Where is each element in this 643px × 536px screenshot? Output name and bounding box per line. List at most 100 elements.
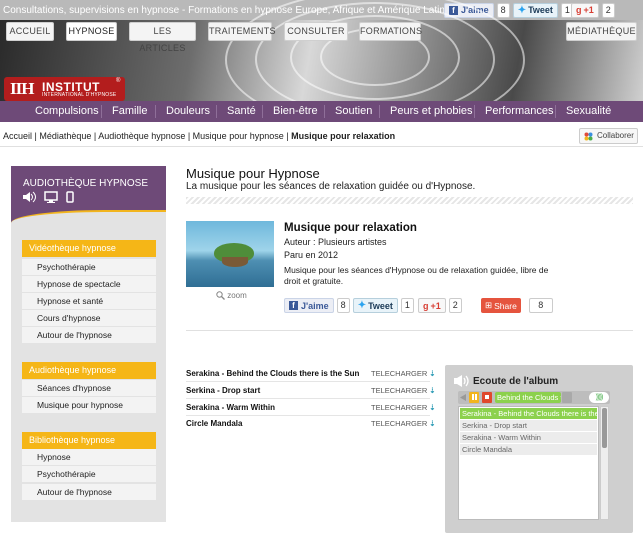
page-title: Musique pour Hypnose (186, 166, 320, 181)
category-divider (155, 105, 156, 118)
page-subtitle: La musique pour les séances de relaxatio… (186, 181, 476, 192)
sidebar-item-psychotherapie[interactable]: Psychothérapie (22, 259, 156, 275)
category-peurs-et-phobies[interactable]: Peurs et phobies (390, 101, 473, 122)
google-plus-icon: g (423, 300, 429, 311)
track-row: Serakina - Warm Within TELECHARGER ⇣ (186, 400, 436, 416)
breadcrumb-mediatheque[interactable]: Médiathèque (39, 131, 91, 141)
album-facebook-like-count: 8 (336, 298, 350, 313)
category-douleurs[interactable]: Douleurs (166, 101, 210, 122)
magnifier-icon (216, 291, 225, 301)
track-name: Serkina - Drop start (186, 386, 261, 395)
logo-registered: ® (116, 78, 121, 84)
zoom-link[interactable]: zoom (216, 291, 247, 301)
google-plus-count: 2 (601, 2, 615, 18)
album-description: Musique pour les séances d'Hypnose ou de… (284, 265, 549, 286)
album-share-bar: f J'aime 8 ✦ Tweet 1 (284, 298, 414, 313)
google-plus-icon: g (576, 5, 582, 15)
previous-icon[interactable] (460, 394, 466, 401)
album-facebook-like-button[interactable]: f J'aime (284, 298, 334, 313)
album-author: Auteur : Plusieurs artistes (284, 237, 387, 247)
playlist-item[interactable]: Serakina - Behind the Clouds there is th… (460, 408, 597, 419)
nav-tab-formations[interactable]: FORMATIONS (359, 22, 422, 41)
logo-mark: IIH (10, 79, 34, 98)
category-soutien[interactable]: Soutien (335, 101, 372, 122)
download-link[interactable]: TELECHARGER ⇣ (371, 386, 436, 395)
download-link[interactable]: TELECHARGER ⇣ (371, 403, 436, 412)
download-arrow-icon: ⇣ (429, 386, 436, 395)
breadcrumb-accueil[interactable]: Accueil (3, 131, 32, 141)
sidebar-item-hypnose-de-spectacle[interactable]: Hypnose de spectacle (22, 276, 156, 292)
share-button[interactable]: ⊞ Share (481, 298, 521, 313)
sidebar-item-musique-pour-hypnose[interactable]: Musique pour hypnose (22, 397, 156, 413)
sidebar-item-seances-d-hypnose[interactable]: Séances d'hypnose (22, 380, 156, 396)
institute-logo[interactable]: IIH INSTITUT ® INTERNATIONAL D'HYPNOSE (4, 77, 125, 101)
album-year: Paru en 2012 (284, 250, 339, 260)
category-divider (101, 105, 102, 118)
category-divider (555, 105, 556, 118)
media-icons (23, 191, 74, 203)
album-cover-image[interactable] (186, 221, 274, 287)
sidebar-item-psychotherapie-bib[interactable]: Psychothérapie (22, 466, 156, 482)
pause-button[interactable] (469, 392, 479, 403)
sidebar-item-autour-de-l-hypnose[interactable]: Autour de l'hypnose (22, 327, 156, 343)
category-bien-etre[interactable]: Bien-être (273, 101, 318, 122)
sidebar-section-bibliotheque[interactable]: Bibliothèque hypnose (22, 432, 156, 449)
category-compulsions[interactable]: Compulsions (35, 101, 99, 122)
nav-tab-les-articles[interactable]: LES ARTICLES (129, 22, 196, 53)
sidebar-item-cours-d-hypnose[interactable]: Cours d'hypnose (22, 310, 156, 326)
track-row: Serkina - Drop start TELECHARGER ⇣ (186, 383, 436, 399)
top-gplus-bar: g +1 2 (571, 2, 615, 18)
track-name: Serakina - Warm Within (186, 403, 275, 412)
breadcrumb-audiotheque[interactable]: Audiothèque hypnose (98, 131, 185, 141)
scrollbar-thumb[interactable] (602, 408, 607, 448)
nav-tab-traitements[interactable]: TRAITEMENTS (208, 22, 276, 41)
category-bar: Compulsions Famille Douleurs Santé Bien-… (0, 101, 643, 122)
share-icon: ⊞ (485, 300, 493, 310)
island-rock-illustration (222, 257, 248, 267)
sidebar-item-autour-de-l-hypnose-bib[interactable]: Autour de l'hypnose (22, 484, 156, 500)
playlist-scrollbar[interactable] (600, 406, 609, 520)
category-famille[interactable]: Famille (112, 101, 147, 122)
category-divider (262, 105, 263, 118)
breadcrumb-musique[interactable]: Musique pour hypnose (193, 131, 284, 141)
tweet-button[interactable]: ✦ Tweet (512, 2, 558, 18)
pause-icon (472, 394, 474, 400)
volume-control[interactable]: ))))) (589, 392, 609, 403)
album-google-plus-button[interactable]: g +1 (418, 298, 446, 313)
playlist-item[interactable]: Circle Mandala (460, 444, 597, 455)
hatched-divider (186, 197, 633, 204)
download-link[interactable]: TELECHARGER ⇣ (371, 369, 436, 378)
category-sexualite[interactable]: Sexualité (566, 101, 611, 122)
download-link[interactable]: TELECHARGER ⇣ (371, 419, 436, 428)
sidebar-item-hypnose[interactable]: Hypnose (22, 449, 156, 465)
collaborer-button[interactable]: Collaborer (579, 128, 638, 144)
stop-icon (485, 395, 489, 399)
download-arrow-icon: ⇣ (429, 419, 436, 428)
sidebar-section-videotheque[interactable]: Vidéothèque hypnose (22, 240, 156, 257)
pause-icon (475, 394, 477, 400)
album-share-widget: ⊞ Share 8 (481, 298, 553, 313)
album-tweet-button[interactable]: ✦ Tweet (352, 298, 398, 313)
download-arrow-icon: ⇣ (429, 369, 436, 378)
sidebar-section-audiotheque[interactable]: Audiothèque hypnose (22, 362, 156, 379)
player-title: Ecoute de l'album (473, 376, 559, 387)
google-plus-button[interactable]: g +1 (571, 2, 599, 18)
category-performances[interactable]: Performances (485, 101, 553, 122)
now-playing-display: Behind the Clouds th (495, 392, 561, 403)
playlist-item[interactable]: Serkina - Drop start (460, 420, 597, 431)
category-sante[interactable]: Santé (227, 101, 256, 122)
category-divider (379, 105, 380, 118)
nav-tab-hypnose[interactable]: HYPNOSE (66, 22, 117, 41)
album-tweet-count: 1 (400, 298, 414, 313)
share-count: 8 (528, 298, 553, 313)
nav-tab-consulter[interactable]: CONSULTER (284, 22, 348, 41)
player-playlist: Serakina - Behind the Clouds there is th… (458, 406, 599, 520)
playlist-item[interactable]: Serakina - Warm Within (460, 432, 597, 443)
category-divider (324, 105, 325, 118)
sidebar-item-hypnose-et-sante[interactable]: Hypnose et santé (22, 293, 156, 309)
player-progress-track[interactable] (562, 392, 572, 403)
nav-tab-accueil[interactable]: ACCUEIL (6, 22, 54, 41)
nav-tab-mediatheque[interactable]: MÉDIATHÈQUE (566, 22, 637, 41)
download-arrow-icon: ⇣ (429, 403, 436, 412)
sidebar-header-swoosh (11, 210, 166, 223)
